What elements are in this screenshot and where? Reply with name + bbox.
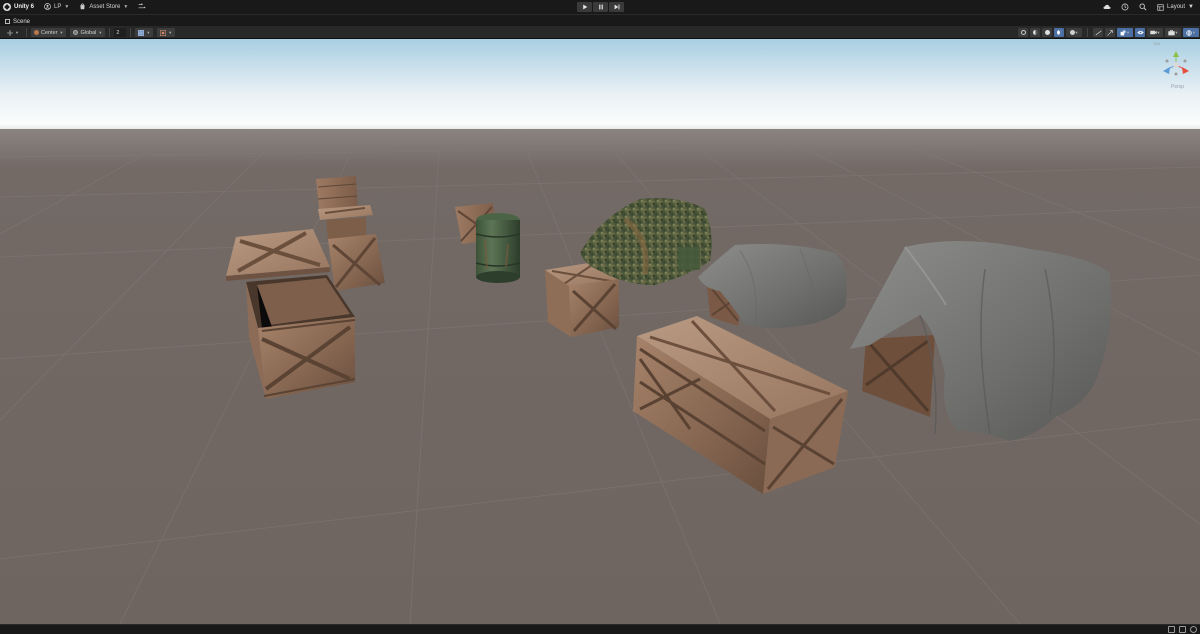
main-toolbar: Unity 6 LP ▼ Asset Store ▼ Layout ▼ [0,0,1200,14]
skybox [0,39,1200,139]
chevron-down-icon: ▼ [1174,30,1179,35]
moon-icon [1056,30,1062,35]
chevron-down-icon: ▼ [1126,30,1130,35]
draw-mode-button[interactable] [1018,28,1028,37]
chevron-down-icon: ▼ [1156,30,1161,35]
2d-icon [1094,30,1102,35]
divider [1087,28,1088,37]
tab-scene-label: Scene [13,18,31,25]
pivot-mode-dropdown[interactable]: Center ▼ [30,28,67,37]
chevron-down-icon: ▼ [64,4,70,10]
layout-dropdown[interactable]: Layout ▼ [1157,3,1194,11]
move-tool-icon [7,29,13,36]
gizmos-dropdown[interactable]: ▼ [1183,28,1199,37]
play-icon [582,4,587,10]
version-control-button[interactable] [138,2,146,12]
lit-mode-button[interactable] [1054,28,1064,37]
lighting-toggle-button[interactable] [1105,28,1115,37]
tool-handle-dropdown[interactable]: ▼ [4,28,22,37]
pause-icon [598,4,603,10]
projection-mode-label[interactable]: Persp [1171,84,1184,90]
pivot-icon [33,30,39,35]
version-control-icon [138,2,146,12]
layout-label: Layout [1167,4,1186,10]
chevron-down-icon: ▼ [1188,4,1194,10]
chevron-down-icon: ▼ [168,30,173,35]
scene-render [0,39,1200,624]
2d-toggle-button[interactable] [1093,28,1103,37]
green-barrel[interactable] [475,213,521,283]
history-button[interactable] [1121,3,1129,11]
effects-dropdown[interactable]: ▼ [1117,28,1133,37]
account-label: LP [54,4,62,10]
shaded-wireframe-button[interactable] [1030,28,1040,37]
pause-button[interactable] [593,2,608,12]
search-icon [1139,3,1147,11]
chevron-down-icon: ▼ [1074,30,1079,35]
asset-store-dropdown[interactable]: Asset Store ▼ [79,3,128,12]
unity-menu[interactable]: Unity 6 [3,3,34,11]
chevron-down-icon: ▼ [59,30,64,35]
open-crate[interactable] [246,275,356,399]
scene-icon [5,19,10,24]
grid-icon [138,29,145,36]
divider [109,28,111,37]
camera-icon [1149,30,1157,35]
light-icon [1107,29,1113,36]
history-icon [1121,3,1129,11]
search-button[interactable] [1139,3,1147,11]
cloud-button[interactable] [1103,3,1111,11]
space-mode-label: Global [80,29,97,36]
asset-store-icon [79,3,86,12]
cloud-icon [1103,4,1111,9]
step-button[interactable] [609,2,624,12]
divider [25,28,27,37]
half-sphere-icon [1032,30,1038,35]
play-controls [577,2,624,12]
scene-viewport[interactable] [0,39,1200,624]
scene-toolbar: ▼ Center ▼ Global ▼ 2 ▼ ▼ ▼ ▼ ▼ ▼ ▼ [0,26,1200,39]
unity-logo-icon [3,3,11,11]
divider [130,28,132,37]
shaded-button[interactable] [1042,28,1052,37]
chevron-down-icon: ▼ [15,30,19,35]
layout-icon [1157,3,1164,11]
chevron-down-icon: ▼ [146,30,151,35]
chevron-down-icon: ▼ [98,30,103,35]
space-mode-dropdown[interactable]: Global ▼ [70,28,106,37]
toolbox-icon [1167,29,1175,35]
camera-dropdown[interactable]: ▼ [1147,28,1163,37]
sphere-icon [1044,30,1050,35]
render-dropdown[interactable]: ▼ [1066,28,1082,37]
gizmo-top-label: Iso [1154,41,1161,46]
pivot-mode-label: Center [40,29,58,36]
account-dropdown[interactable]: LP ▼ [44,2,70,12]
play-button[interactable] [577,2,592,12]
globe-icon [73,30,79,35]
snap-increment-field[interactable]: 2 [114,28,127,37]
database-icon[interactable] [1179,626,1186,633]
activity-icon[interactable] [1190,626,1197,633]
network-icon[interactable] [1168,626,1175,633]
app-name: Unity 6 [14,4,35,10]
asset-store-label: Asset Store [89,4,121,10]
status-bar [0,624,1200,634]
visibility-toggle-button[interactable] [1135,28,1145,37]
snap-icon [160,29,167,36]
step-icon [614,4,619,10]
panel-tab-bar: Scene [0,14,1200,26]
crate-lid[interactable] [226,229,330,281]
incremental-snap-dropdown[interactable]: ▼ [157,28,176,37]
crosshair-icon [1020,30,1026,35]
eye-icon [1136,30,1144,35]
tools-overlay-dropdown[interactable]: ▼ [1165,28,1181,37]
grid-snap-dropdown[interactable]: ▼ [135,28,154,37]
chevron-down-icon: ▼ [123,4,129,10]
chevron-down-icon: ▼ [1192,30,1196,35]
account-icon [44,2,51,12]
